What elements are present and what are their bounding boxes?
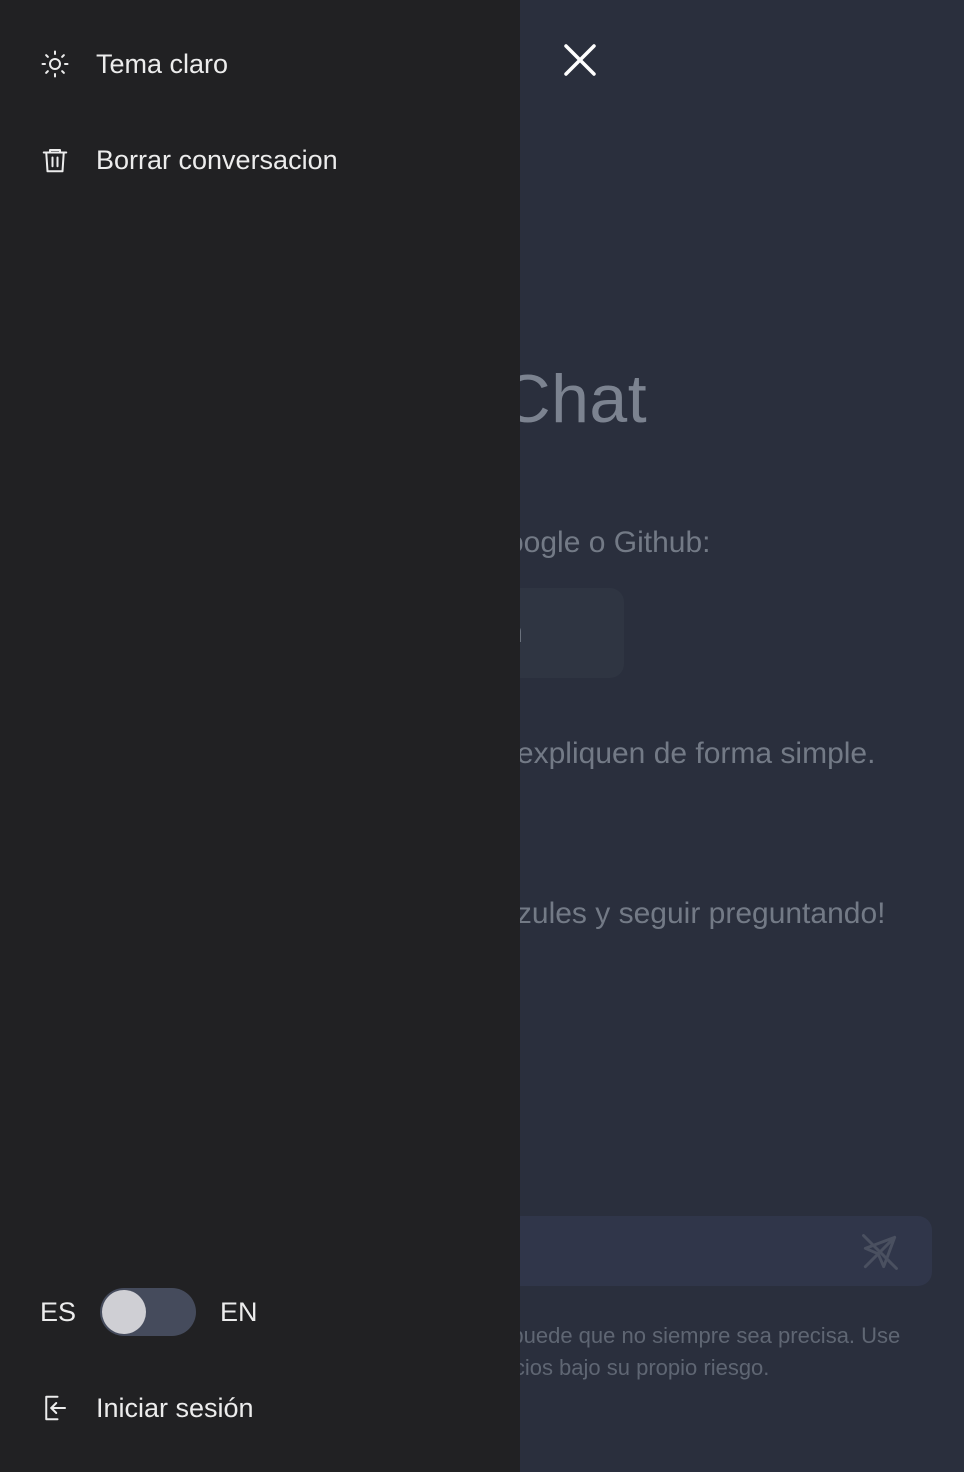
clear-label: Borrar conversacion [96,144,338,175]
close-icon[interactable] [560,40,600,80]
login-label: Iniciar sesión [96,1392,254,1423]
language-toggle[interactable] [100,1288,197,1336]
language-switch: ES EN [40,1288,258,1336]
theme-label: Tema claro [96,48,229,79]
trash-icon [40,145,70,175]
lang-en-label: EN [220,1296,258,1327]
toggle-knob [102,1290,147,1334]
sun-icon [40,49,70,79]
lang-es-label: ES [40,1296,77,1327]
side-drawer: Tema claro Borrar conversacion ES EN Ini… [0,0,520,1472]
clear-conversation-item[interactable]: Borrar conversacion [40,136,338,184]
app-root: AI Chat Inicia sesión con Google o Githu… [0,0,964,1472]
login-icon [40,1393,70,1423]
theme-toggle-item[interactable]: Tema claro [40,40,228,88]
send-icon[interactable] [858,1230,902,1274]
login-item[interactable]: Iniciar sesión [40,1384,254,1432]
